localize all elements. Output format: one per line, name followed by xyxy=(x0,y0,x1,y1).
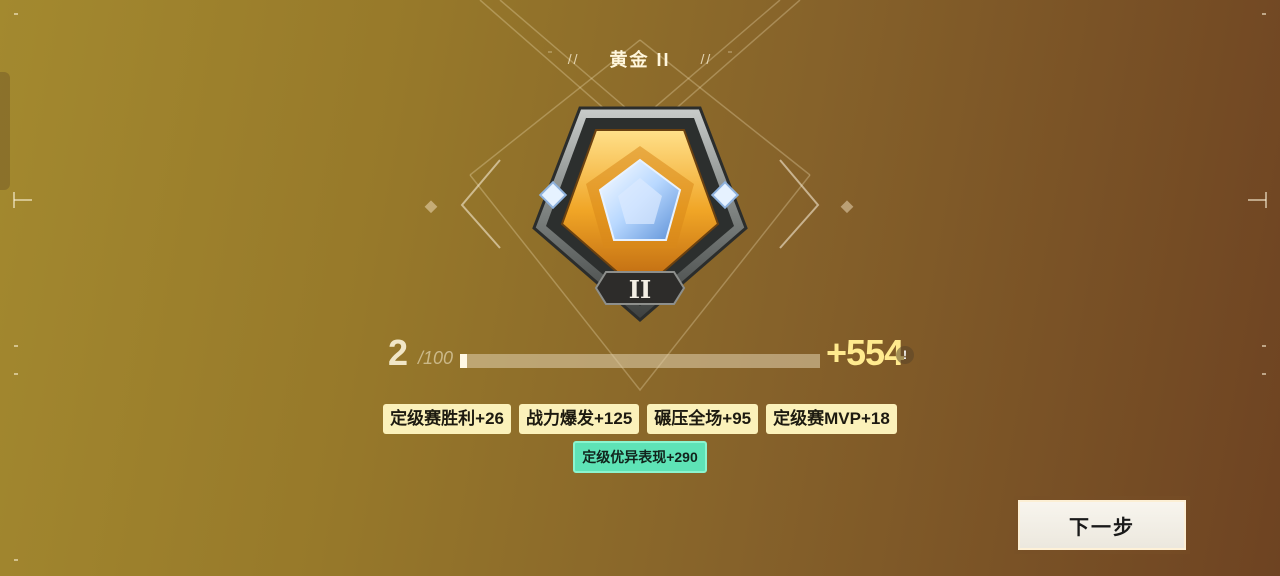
left-slash-decoration: // xyxy=(567,51,580,67)
right-slash-decoration: // xyxy=(700,51,713,67)
progress-bar-fill xyxy=(460,354,468,368)
max-points: /100 xyxy=(418,348,454,368)
bonus-tag: 定级赛胜利+26 xyxy=(383,404,511,434)
gold-rank-badge-icon: II xyxy=(532,106,748,322)
highlight-bonus-row: 定级优异表现+290 xyxy=(0,441,1280,473)
rank-progress: 2 /100 +554 ! xyxy=(380,330,940,380)
side-drawer-handle[interactable] xyxy=(0,72,10,190)
progress-bar xyxy=(460,354,820,368)
rank-header: // 黄金 II // xyxy=(0,46,1280,72)
bonus-tag: 定级赛MVP+18 xyxy=(766,404,897,434)
bonus-tag: 碾压全场+95 xyxy=(647,404,759,434)
bonus-tags: 定级赛胜利+26 战力爆发+125 碾压全场+95 定级赛MVP+18 xyxy=(0,404,1280,434)
next-button[interactable]: 下一步 xyxy=(1018,500,1186,550)
bonus-tag: 战力爆发+125 xyxy=(519,404,640,434)
points-gained: +554 xyxy=(826,332,904,373)
highlight-bonus-tag: 定级优异表现+290 xyxy=(573,441,707,473)
current-points: 2 xyxy=(388,332,409,373)
rank-roman-numeral: II xyxy=(629,275,651,304)
info-icon[interactable]: ! xyxy=(896,346,914,364)
rank-title: 黄金 II xyxy=(609,50,671,70)
